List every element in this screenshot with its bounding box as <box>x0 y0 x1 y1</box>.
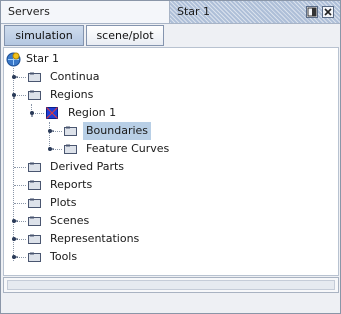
tree-item-tools[interactable]: Tools <box>4 248 334 266</box>
tree-connector <box>14 185 26 186</box>
star-window: Servers Star 1 simulation scene/plot Sta… <box>0 0 341 314</box>
restore-icon[interactable] <box>306 6 318 18</box>
tree-root[interactable]: Star 1 <box>4 50 334 68</box>
expand-icon[interactable] <box>46 127 54 135</box>
expand-icon[interactable] <box>10 253 18 261</box>
tree-connector <box>14 167 26 168</box>
horizontal-scrollbar[interactable] <box>7 280 335 290</box>
tab-scene-plot[interactable]: scene/plot <box>86 25 164 46</box>
star-icon <box>6 52 21 67</box>
tree-item-label: Derived Parts <box>50 160 125 173</box>
folder-icon <box>28 198 41 208</box>
tree-root-label: Star 1 <box>26 52 60 65</box>
tree-item-label: Tools <box>50 250 78 263</box>
folder-icon <box>28 72 41 82</box>
folder-icon <box>28 90 41 100</box>
folder-icon <box>28 234 41 244</box>
tree-item-label-selected: Boundaries <box>83 122 152 140</box>
tree-item-boundaries[interactable]: Boundaries <box>4 122 334 140</box>
folder-icon <box>28 180 41 190</box>
folder-icon <box>64 144 77 154</box>
star-tab[interactable]: Star 1 <box>170 1 340 23</box>
tree-connector <box>14 203 26 204</box>
tree-item-label: Reports <box>50 178 93 191</box>
folder-icon <box>28 252 41 262</box>
tree-item-representations[interactable]: Representations <box>4 230 334 248</box>
tree-item-label: Regions <box>50 88 94 101</box>
collapse-icon[interactable] <box>28 109 36 117</box>
expand-icon[interactable] <box>10 235 18 243</box>
tree-item-feature-curves[interactable]: Feature Curves <box>4 140 334 158</box>
simulation-tree: Star 1 Continua Regions Region 1 Boundar… <box>3 47 339 276</box>
folder-icon <box>28 216 41 226</box>
region-icon <box>46 107 58 119</box>
tab-simulation[interactable]: simulation <box>4 25 84 46</box>
expand-icon[interactable] <box>46 145 54 153</box>
tree-item-plots[interactable]: Plots <box>4 194 334 212</box>
tree-item-derived-parts[interactable]: Derived Parts <box>4 158 334 176</box>
bottom-panel <box>3 277 339 293</box>
tree-item-label: Continua <box>50 70 100 83</box>
servers-tab-label: Servers <box>8 5 50 18</box>
tree-item-reports[interactable]: Reports <box>4 176 334 194</box>
close-icon[interactable] <box>322 6 334 18</box>
tree-item-region1[interactable]: Region 1 <box>4 104 334 122</box>
folder-icon <box>28 162 41 172</box>
tree-item-label: Scenes <box>50 214 90 227</box>
title-row: Servers Star 1 <box>1 1 340 24</box>
servers-tab[interactable]: Servers <box>1 1 170 23</box>
tree-item-continua[interactable]: Continua <box>4 68 334 86</box>
expand-icon[interactable] <box>10 73 18 81</box>
tree-item-regions[interactable]: Regions <box>4 86 334 104</box>
tree-item-scenes[interactable]: Scenes <box>4 212 334 230</box>
view-tabs: simulation scene/plot <box>1 24 340 48</box>
expand-icon[interactable] <box>10 217 18 225</box>
collapse-icon[interactable] <box>10 91 18 99</box>
tree-item-label: Region 1 <box>68 106 117 119</box>
tree-item-label: Plots <box>50 196 77 209</box>
tree-item-label: Representations <box>50 232 140 245</box>
folder-icon <box>64 126 77 136</box>
star-tab-label: Star 1 <box>177 5 211 18</box>
tree-item-label: Feature Curves <box>86 142 170 155</box>
